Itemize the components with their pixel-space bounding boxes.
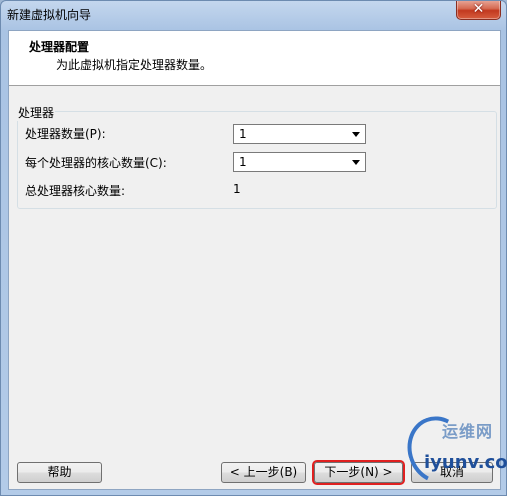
cores-per-processor-label: 每个处理器的核心数量(C): — [25, 156, 167, 170]
close-icon: ✕ — [472, 1, 485, 17]
dropdown-arrow-icon — [352, 160, 360, 165]
next-button[interactable]: 下一步(N) > — [314, 462, 403, 483]
window-title: 新建虚拟机向导 — [7, 8, 92, 22]
dropdown-arrow-icon — [352, 132, 360, 137]
processor-group-label: 处理器 — [17, 104, 56, 121]
wizard-window: 新建虚拟机向导 ✕ 处理器配置 为此虚拟机指定处理器数量。 处理器 处理器数量(… — [0, 0, 507, 496]
dialog-client-area: 处理器配置 为此虚拟机指定处理器数量。 处理器 处理器数量(P): 1 每个处理… — [8, 30, 501, 490]
back-button[interactable]: < 上一步(B) — [221, 462, 306, 483]
total-cores-label: 总处理器核心数量: — [25, 184, 126, 198]
processor-count-select[interactable]: 1 — [233, 124, 366, 144]
cancel-button[interactable]: 取消 — [411, 462, 493, 483]
processor-count-value: 1 — [239, 127, 247, 141]
cores-per-processor-select[interactable]: 1 — [233, 152, 366, 172]
page-subtitle: 为此虚拟机指定处理器数量。 — [56, 58, 213, 72]
total-cores-value: 1 — [233, 182, 241, 196]
page-title: 处理器配置 — [29, 40, 90, 54]
title-bar[interactable]: 新建虚拟机向导 ✕ — [1, 1, 506, 29]
close-button[interactable]: ✕ — [456, 1, 501, 20]
help-button[interactable]: 帮助 — [17, 462, 102, 483]
wizard-header: 处理器配置 为此虚拟机指定处理器数量。 — [9, 31, 500, 86]
cores-per-processor-value: 1 — [239, 155, 247, 169]
processor-count-label: 处理器数量(P): — [25, 127, 106, 141]
